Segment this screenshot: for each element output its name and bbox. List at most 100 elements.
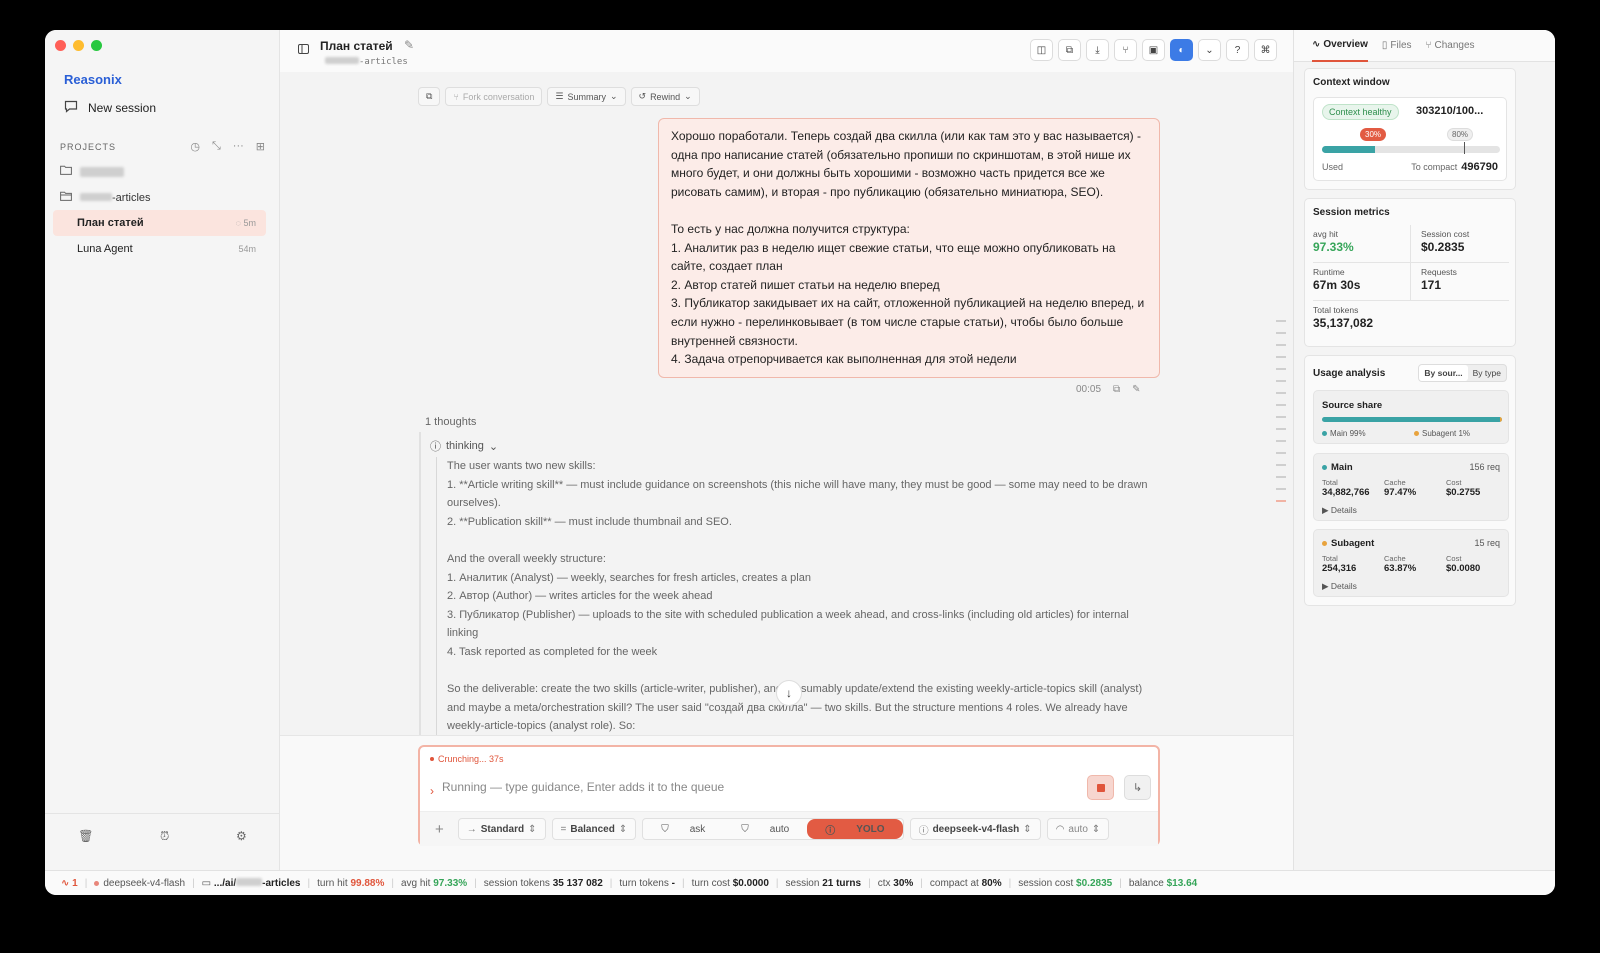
folder-open-icon — [60, 191, 72, 204]
model-select[interactable]: ⓘ deepseek-v4-flash ⇕ — [909, 818, 1041, 840]
tab-overview[interactable]: ∿ Overview — [1312, 30, 1368, 62]
message-meta: 00:05 ⧉ ✎ — [1076, 384, 1141, 395]
scroll-minimap[interactable] — [1276, 320, 1286, 502]
minimize-window-button[interactable] — [73, 40, 84, 51]
gear-icon[interactable]: ⚙︎ — [236, 829, 247, 843]
summary-button[interactable]: ☰ Summary ⌄ — [547, 87, 626, 106]
copy-icon[interactable]: ⧉ — [1113, 384, 1120, 395]
equals-icon: = — [560, 823, 567, 835]
source-share-bar — [1322, 417, 1502, 422]
edit-icon[interactable]: ✎ — [1132, 384, 1140, 395]
chevron-down-icon: ⌄ — [488, 440, 499, 453]
sidebar: Reasonix New session PROJECTS ◷ ⤡ ··· ⊞ — [45, 30, 280, 870]
chevron-down-icon[interactable]: ⌄ — [1198, 39, 1221, 61]
status-badge: Context healthy — [1322, 104, 1399, 120]
session-item[interactable]: Luna Agent 54m — [53, 236, 266, 262]
copy-icon[interactable]: ⧉ — [1058, 39, 1081, 61]
history-icon[interactable]: ◷ — [190, 140, 200, 153]
session-item-active[interactable]: План статей ◌ 5m — [53, 210, 266, 236]
right-panel: ∿ Overview ▯ Files ⑂ Changes Context window… — [1293, 30, 1555, 870]
tab-files[interactable]: ▯ Files — [1382, 30, 1412, 62]
finder-icon[interactable]: ◐ — [1170, 39, 1193, 61]
terminal-icon[interactable]: ▣ — [1142, 39, 1165, 61]
effort-select[interactable]: = Balanced ⇕ — [551, 818, 637, 840]
alarm-icon[interactable]: ⏰︎ — [160, 829, 169, 844]
status-model[interactable]: deepseek-v4-flash — [94, 878, 185, 889]
conversation-tools: ⧉ ⑂ Fork conversation ☰ Summary ⌄ ↺ Rewind ⌄ — [418, 87, 700, 106]
project-item[interactable] — [60, 165, 124, 178]
thoughts-rail — [419, 432, 421, 735]
split-view-icon[interactable]: ◫ — [1030, 39, 1053, 61]
add-attachment-icon[interactable]: + — [435, 821, 444, 838]
status-session-cost: session cost $0.2835 — [1018, 877, 1113, 889]
by-source-option[interactable]: By sour... — [1419, 365, 1468, 381]
trash-icon[interactable]: 🗑︎ — [78, 829, 93, 843]
rewind-button[interactable]: ↺ Rewind ⌄ — [630, 87, 700, 106]
details-toggle[interactable]: ▶ Details — [1322, 505, 1357, 516]
copy-icon: ⧉ — [426, 91, 433, 101]
details-toggle[interactable]: ▶ Details — [1322, 581, 1357, 592]
metric-total-tokens: Total tokens 35,137,082 — [1313, 305, 1374, 330]
composer: Crunching... 37s › ↳ + →Standard⇕ =Balan… — [418, 745, 1160, 846]
project-item[interactable]: -articles — [60, 191, 151, 204]
updown-icon: ⇕ — [618, 823, 628, 835]
arrow-down-icon: ↓ — [786, 686, 792, 700]
agent-name: Subagent — [1322, 538, 1374, 549]
queue-button[interactable]: ↳ — [1124, 775, 1151, 800]
branch-icon[interactable]: ⑂ — [1114, 39, 1137, 61]
mode-select[interactable]: → Standard ⇕ — [457, 818, 546, 840]
agent-stats: Total Cache Cost 34,882,766 97.47% $0.2755 — [1322, 478, 1481, 498]
edit-title-icon[interactable]: ✎ — [404, 38, 414, 52]
add-folder-icon[interactable]: ⊞ — [256, 140, 265, 153]
command-icon[interactable]: ⌘ — [1254, 39, 1277, 61]
collapse-icon[interactable]: ⤡ — [212, 140, 221, 153]
guidance-input[interactable] — [442, 780, 1082, 794]
stop-button[interactable] — [1087, 775, 1114, 800]
subagent-share-fill — [1500, 417, 1502, 422]
tab-changes[interactable]: ⑂ Changes — [1426, 30, 1475, 62]
thinking-toggle[interactable]: ⓘ thinking ⌄ — [430, 438, 498, 454]
scroll-to-bottom-button[interactable]: ↓ — [776, 680, 802, 706]
usage-view-toggle: By sour... By type — [1418, 364, 1507, 382]
usage-analysis-card: Usage analysis By sour... By type Source… — [1304, 355, 1516, 606]
project-path: -articles — [325, 57, 408, 67]
status-avg-hit: avg hit 97.33% — [401, 877, 468, 889]
status-compact: compact at 80% — [929, 877, 1002, 889]
download-icon[interactable]: ⤓ — [1086, 39, 1109, 61]
info-icon: ⓘ — [430, 441, 441, 453]
reasoning-select[interactable]: ◠ auto ⇕ — [1046, 818, 1110, 840]
file-icon: ▯ — [1381, 40, 1388, 51]
arrow-right-icon: → — [466, 823, 477, 835]
chat-bubble-icon — [64, 100, 78, 116]
agent-name: Main — [1322, 462, 1353, 473]
by-type-option[interactable]: By type — [1468, 365, 1506, 381]
app-window: Reasonix New session PROJECTS ◷ ⤡ ··· ⊞ — [45, 30, 1555, 895]
chevron-down-icon: ⌄ — [684, 91, 692, 101]
perm-ask-option[interactable]: ⛉ ask — [643, 819, 723, 839]
close-window-button[interactable] — [55, 40, 66, 51]
perm-yolo-option[interactable]: ⓘ YOLO — [807, 819, 903, 839]
status-path[interactable]: ▭ .../ai/-articles — [202, 877, 301, 889]
model-dot-icon — [94, 880, 100, 886]
main-pane: План статей ✎ -articles ◫ ⧉ ⤓ ⑂ ▣ ◐ ⌄ ? … — [280, 30, 1293, 870]
sidebar-footer: 🗑︎ ⏰︎ ⚙︎ — [45, 813, 280, 858]
perm-auto-option[interactable]: ⛉ auto — [723, 819, 807, 839]
session-title: Luna Agent — [77, 243, 133, 255]
more-icon[interactable]: ··· — [233, 140, 244, 153]
fork-conversation-button[interactable]: ⑂ Fork conversation — [445, 87, 543, 106]
to-compact: To compact 496790 — [1411, 161, 1498, 173]
stop-icon — [1096, 783, 1105, 792]
new-session-button[interactable]: New session — [64, 100, 156, 116]
composer-area: Crunching... 37s › ↳ + →Standard⇕ =Balan… — [280, 735, 1293, 870]
sidebar-toggle-icon[interactable] — [298, 43, 309, 57]
status-session-tokens: session tokens 35 137 082 — [483, 877, 603, 889]
branch-icon: ⑂ — [1425, 40, 1432, 51]
agent-main-card: Main 156 req Total Cache Cost 34,882,766 97… — [1313, 453, 1509, 521]
copy-conversation-button[interactable]: ⧉ — [418, 87, 441, 106]
thoughts-count: 1 thoughts — [425, 416, 477, 428]
help-icon[interactable]: ? — [1226, 39, 1249, 61]
window-controls — [55, 40, 102, 51]
legend-subagent: Subagent 1% — [1414, 429, 1470, 438]
status-turn-tokens: turn tokens - — [619, 877, 675, 889]
zoom-window-button[interactable] — [91, 40, 102, 51]
